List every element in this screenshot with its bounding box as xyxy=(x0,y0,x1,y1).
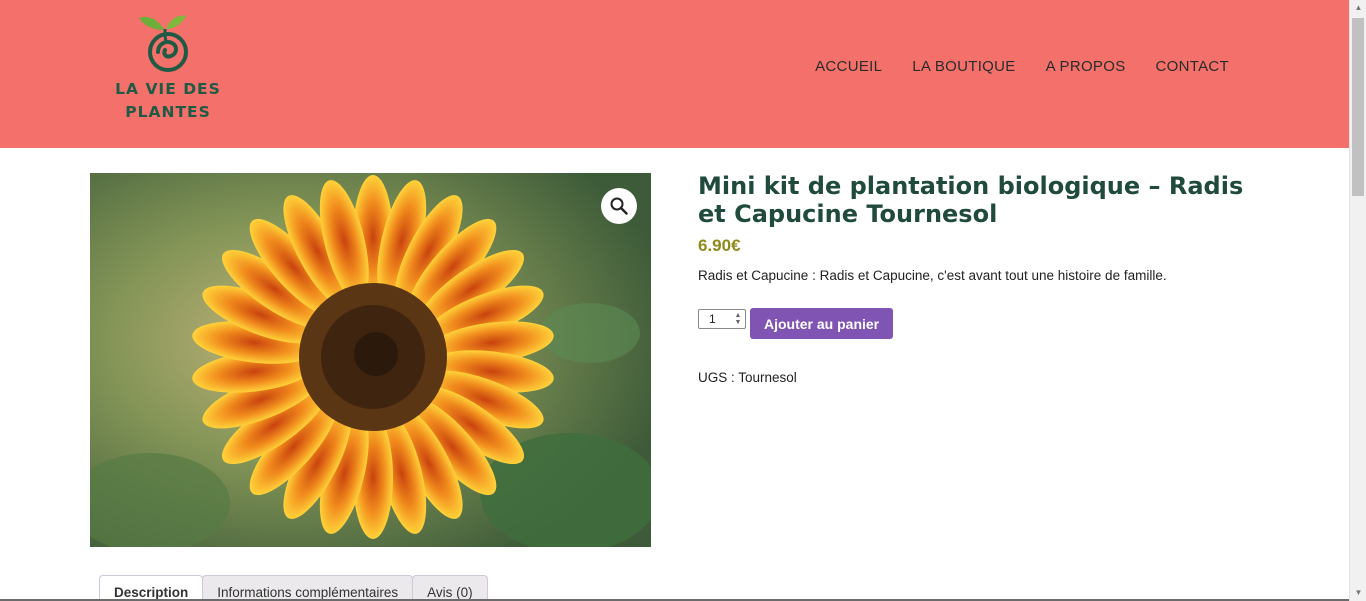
product-tabs: Description Informations complémentaires… xyxy=(99,575,488,601)
sunflower-image xyxy=(90,173,651,547)
brand-name-line2: PLANTES xyxy=(125,103,211,121)
product-summary: Mini kit de plantation biologique – Radi… xyxy=(698,172,1258,385)
product-short-description: Radis et Capucine : Radis et Capucine, c… xyxy=(698,268,1167,283)
chevron-down-icon[interactable]: ▼ xyxy=(735,319,742,326)
product-title: Mini kit de plantation biologique – Radi… xyxy=(698,172,1244,228)
add-to-cart-button[interactable]: Ajouter au panier xyxy=(750,308,894,339)
quantity-stepper[interactable]: ▲ ▼ xyxy=(731,310,745,328)
product-sku: UGS : Tournesol xyxy=(698,370,797,385)
nav-item-accueil[interactable]: ACCUEIL xyxy=(815,58,882,75)
scroll-up-icon[interactable]: ▲ xyxy=(1350,0,1366,16)
nav-item-a-propos[interactable]: A PROPOS xyxy=(1046,58,1126,75)
chevron-up-icon[interactable]: ▲ xyxy=(735,312,742,319)
zoom-button[interactable] xyxy=(601,188,637,224)
site-logo[interactable]: LA VIE DES PLANTES xyxy=(112,12,224,127)
quantity-input[interactable]: 1 ▲ ▼ xyxy=(698,309,746,329)
add-to-cart-form: 1 ▲ ▼ Ajouter au panier xyxy=(698,308,894,339)
tab-avis[interactable]: Avis (0) xyxy=(412,575,488,601)
tab-informations-complementaires[interactable]: Informations complémentaires xyxy=(202,575,414,601)
quantity-value: 1 xyxy=(709,312,716,326)
site-header: LA VIE DES PLANTES ACCUEIL LA BOUTIQUE A… xyxy=(0,0,1349,148)
scroll-down-icon[interactable]: ▼ xyxy=(1350,585,1366,601)
scrollbar-thumb[interactable] xyxy=(1352,18,1364,196)
nav-item-contact[interactable]: CONTACT xyxy=(1156,58,1229,75)
tab-description[interactable]: Description xyxy=(99,575,204,601)
page-scrollbar[interactable]: ▲ ▼ xyxy=(1349,0,1366,601)
nav-item-la-boutique[interactable]: LA BOUTIQUE xyxy=(912,58,1015,75)
brand-name-line1: LA VIE DES xyxy=(115,80,221,98)
product-image[interactable] xyxy=(90,173,651,547)
brand-name: LA VIE DES PLANTES xyxy=(112,78,224,124)
product-price: 6.90€ xyxy=(698,236,741,255)
magnifier-icon xyxy=(610,197,628,215)
sprout-spiral-icon xyxy=(139,15,188,72)
main-nav: ACCUEIL LA BOUTIQUE A PROPOS CONTACT xyxy=(815,58,1229,75)
